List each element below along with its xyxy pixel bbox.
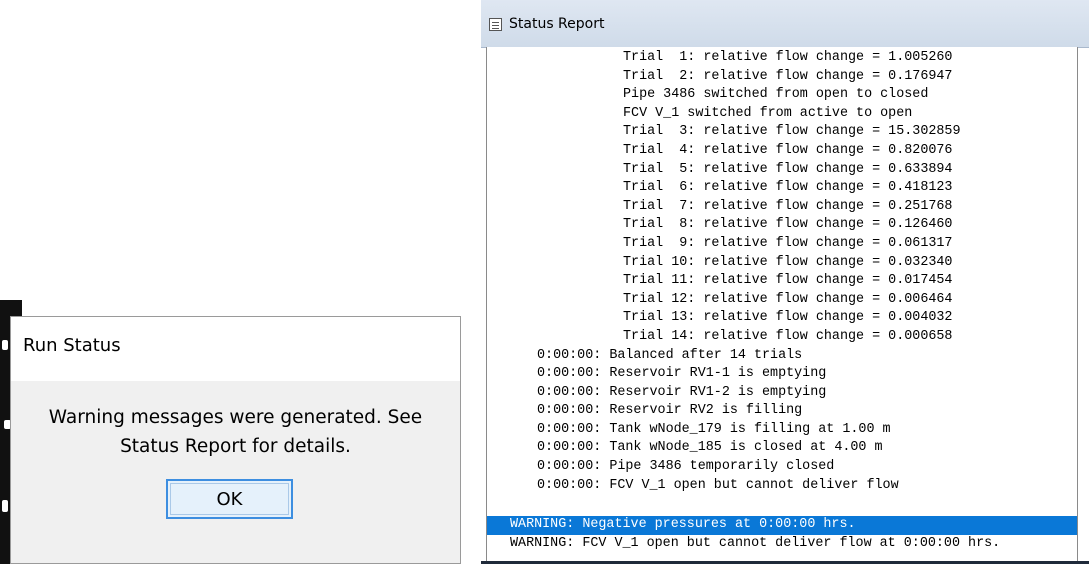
log-line-trial: FCV V_1 switched from active to open bbox=[623, 105, 913, 121]
dialog-title: Run Status bbox=[23, 335, 121, 356]
log-line-event: 0:00:00: Tank wNode_185 is closed at 4.0… bbox=[537, 440, 883, 456]
log-line-event: 0:00:00: Tank wNode_179 is filling at 1.… bbox=[537, 421, 891, 437]
status-log: Trial 1: relative flow change = 1.005260… bbox=[487, 49, 1077, 553]
dialog-message-line1: Warning messages were generated. See bbox=[48, 407, 423, 428]
ok-button-label: OK bbox=[216, 488, 243, 510]
log-line-trial: Trial 7: relative flow change = 0.251768 bbox=[623, 198, 953, 214]
ok-button[interactable]: OK bbox=[166, 479, 293, 519]
log-line-trial: Trial 12: relative flow change = 0.00646… bbox=[623, 291, 953, 307]
run-status-dialog: Run Status Warning messages were generat… bbox=[10, 316, 461, 564]
log-line-trial: Trial 5: relative flow change = 0.633894 bbox=[623, 161, 953, 177]
log-line-event: 0:00:00: Balanced after 14 trials bbox=[537, 347, 803, 363]
log-line-trial: Trial 3: relative flow change = 15.30285… bbox=[623, 124, 961, 140]
log-line-trial: Trial 4: relative flow change = 0.820076 bbox=[623, 142, 953, 158]
dialog-body: Warning messages were generated. See Sta… bbox=[11, 381, 460, 563]
log-line-trial: Trial 8: relative flow change = 0.126460 bbox=[623, 217, 953, 233]
status-report-window: Status Report Trial 1: relative flow cha… bbox=[481, 0, 1089, 564]
log-line-event: 0:00:00: Reservoir RV2 is filling bbox=[537, 403, 803, 419]
status-report-title-bar[interactable]: Status Report bbox=[481, 0, 1089, 48]
log-line-trial: Pipe 3486 switched from open to closed bbox=[623, 87, 929, 103]
log-line-trial: Trial 9: relative flow change = 0.061317 bbox=[623, 235, 953, 251]
log-line-trial: Trial 10: relative flow change = 0.03234… bbox=[623, 254, 953, 270]
log-line-event: 0:00:00: Reservoir RV1-1 is emptying bbox=[537, 366, 827, 382]
log-line-trial: Trial 13: relative flow change = 0.00403… bbox=[623, 310, 953, 326]
log-line-event: 0:00:00: FCV V_1 open but cannot deliver… bbox=[537, 477, 899, 493]
log-blank-line bbox=[487, 495, 1077, 516]
report-document-icon bbox=[489, 18, 502, 31]
log-line-warning-selected[interactable]: WARNING: Negative pressures at 0:00:00 h… bbox=[487, 516, 1077, 535]
dialog-title-bar: Run Status bbox=[11, 317, 460, 381]
log-line-trial: Trial 14: relative flow change = 0.00065… bbox=[623, 328, 953, 344]
log-line-event: 0:00:00: Reservoir RV1-2 is emptying bbox=[537, 384, 827, 400]
log-line-trial: Trial 2: relative flow change = 0.176947 bbox=[623, 68, 953, 84]
status-report-content[interactable]: Trial 1: relative flow change = 1.005260… bbox=[486, 47, 1078, 564]
log-line-trial: Trial 11: relative flow change = 0.01745… bbox=[623, 273, 953, 289]
log-line-trial: Trial 1: relative flow change = 1.005260 bbox=[623, 50, 953, 65]
dialog-message-line2: Status Report for details. bbox=[120, 436, 351, 457]
log-line-event: 0:00:00: Pipe 3486 temporarily closed bbox=[537, 459, 835, 475]
log-line-trial: Trial 6: relative flow change = 0.418123 bbox=[623, 180, 953, 196]
log-line-warning[interactable]: WARNING: FCV V_1 open but cannot deliver… bbox=[487, 535, 1077, 554]
status-report-title: Status Report bbox=[509, 16, 605, 32]
dialog-message: Warning messages were generated. See Sta… bbox=[11, 403, 460, 461]
